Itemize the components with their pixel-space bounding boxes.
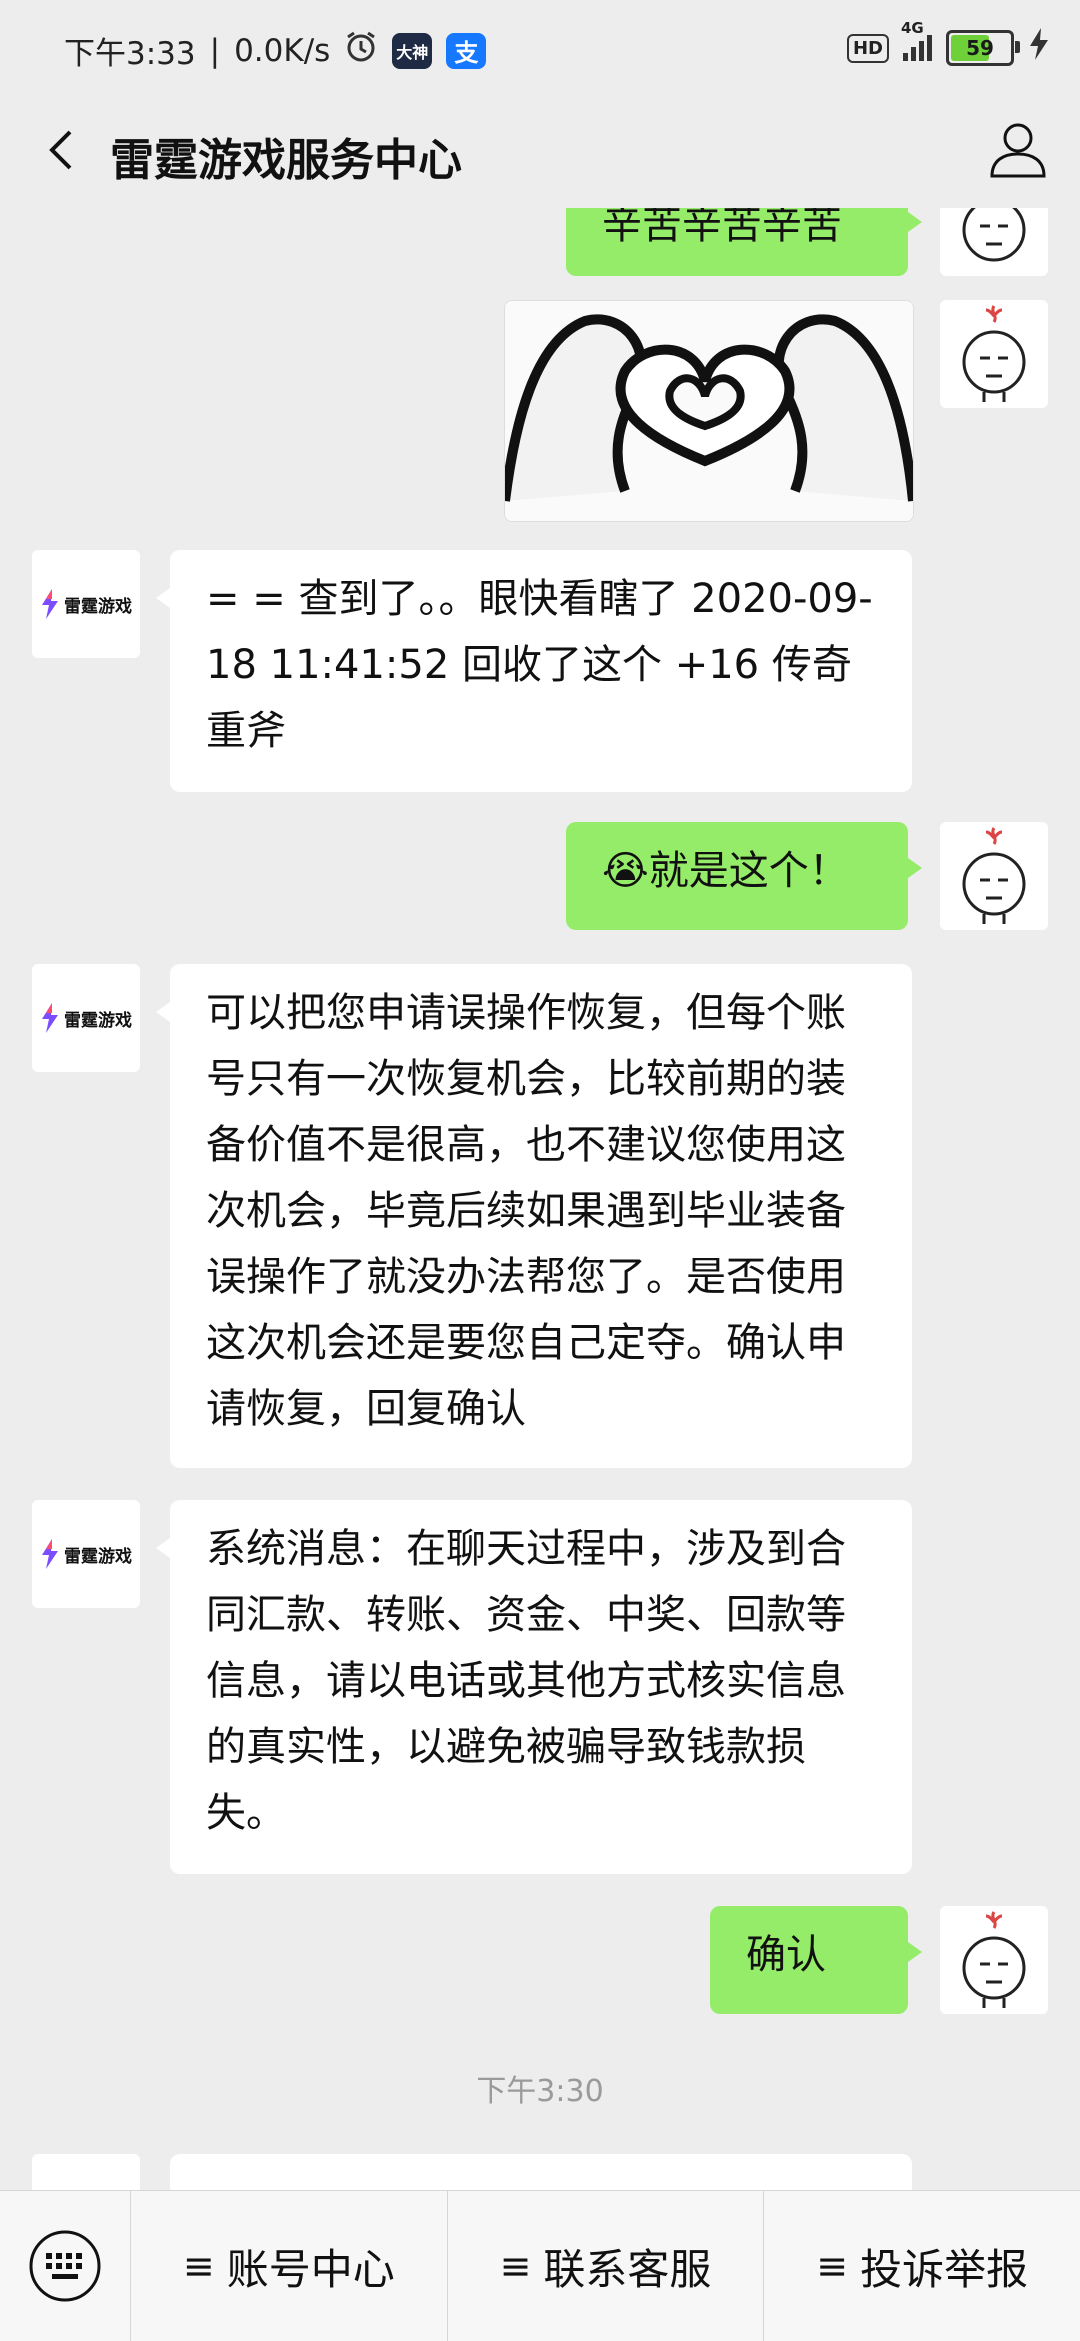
keyboard-toggle-button[interactable] xyxy=(0,2191,130,2341)
status-right: HD 4G 59 xyxy=(846,19,1050,68)
network-type: 4G xyxy=(901,19,924,37)
alarm-icon xyxy=(344,30,378,72)
message-bubble-me[interactable]: 确认 xyxy=(710,1906,922,2014)
hd-icon: HD xyxy=(846,33,889,63)
menu-label: 账号中心 xyxy=(226,2244,395,2294)
bot-logo-text: 雷霆游戏 xyxy=(64,1010,132,1031)
my-avatar[interactable] xyxy=(940,208,1048,276)
bot-avatar[interactable] xyxy=(32,2154,140,2190)
alipay-icon: 支 xyxy=(446,32,487,69)
doodle-face-avatar-icon xyxy=(962,208,1026,262)
charging-icon xyxy=(1028,28,1050,68)
message-text: 辛苦辛苦辛苦 xyxy=(602,208,842,248)
message-text: 确认 xyxy=(746,1932,826,1978)
message-bubble-bot[interactable]: 系统消息：在聊天过程中，涉及到合同汇款、转账、资金、中奖、回款等信息，请以电话或… xyxy=(156,1500,912,1874)
profile-button[interactable] xyxy=(986,118,1050,182)
message-bubble-me[interactable]: 辛苦辛苦辛苦 xyxy=(566,208,922,276)
keyboard-icon xyxy=(29,2230,101,2302)
message-text: 系统消息：在聊天过程中，涉及到合同汇款、转账、资金、中奖、回款等信息，请以电话或… xyxy=(206,1526,846,1836)
chevron-left-icon xyxy=(49,130,72,170)
signal-icon: 4G xyxy=(901,19,932,61)
chat-timestamp: 下午3:30 xyxy=(476,2074,604,2109)
lightning-logo-icon xyxy=(42,1003,58,1033)
message-text: 就是这个！ xyxy=(648,848,849,894)
message-bubble-me[interactable]: 😭就是这个！ xyxy=(566,822,922,930)
doodle-face-avatar-icon xyxy=(962,305,1026,402)
menu-contact-support[interactable]: ≡ 联系客服 xyxy=(446,2191,764,2341)
bot-avatar[interactable]: 雷霆游戏 xyxy=(32,1500,140,1608)
menu-label: 投诉举报 xyxy=(860,2244,1029,2294)
doodle-face-avatar-icon xyxy=(962,827,1026,924)
menu-lines-icon: ≡ xyxy=(182,2244,215,2288)
my-avatar[interactable] xyxy=(940,300,1048,408)
status-bar: 下午3:33 | 0.0K/s 大神 支 HD 4G 59 xyxy=(0,0,1080,96)
bot-avatar[interactable]: 雷霆游戏 xyxy=(32,964,140,1072)
menu-complaint-report[interactable]: ≡ 投诉举报 xyxy=(763,2191,1080,2341)
status-time: 下午3:33 xyxy=(64,36,196,72)
heart-hands-icon xyxy=(505,301,913,521)
message-bubble-bot[interactable]: = = 查到了。。眼快看瞎了 2020-09-18 11:41:52 回收了这个… xyxy=(156,550,912,792)
status-divider: | xyxy=(209,32,221,69)
battery-icon: 59 xyxy=(946,30,1020,66)
lightning-logo-icon xyxy=(42,589,58,619)
bot-logo-text: 雷霆游戏 xyxy=(64,1546,132,1567)
menu-account-center[interactable]: ≡ 账号中心 xyxy=(130,2191,447,2341)
message-text: 可以把您申请误操作恢复，但每个账号只有一次恢复机会，比较前期的装备价值不是很高，… xyxy=(206,990,846,1432)
crying-emoji-icon: 😭 xyxy=(602,848,649,894)
user-icon xyxy=(990,123,1046,178)
bot-logo-text: 雷霆游戏 xyxy=(64,596,132,617)
status-left: 下午3:33 | 0.0K/s 大神 支 xyxy=(64,28,487,73)
lightning-logo-icon xyxy=(42,1539,58,1569)
dashen-app-icon: 大神 xyxy=(392,32,433,69)
my-avatar[interactable] xyxy=(940,1906,1048,2014)
message-bubble-bot[interactable] xyxy=(170,2154,912,2190)
menu-lines-icon: ≡ xyxy=(816,2244,849,2288)
menu-lines-icon: ≡ xyxy=(499,2244,532,2288)
doodle-face-avatar-icon xyxy=(962,1911,1026,2008)
heart-hands-sticker[interactable] xyxy=(504,300,914,522)
page-title: 雷霆游戏服务中心 xyxy=(110,135,462,186)
my-avatar[interactable] xyxy=(940,822,1048,930)
back-button[interactable] xyxy=(34,120,94,180)
bot-avatar[interactable]: 雷霆游戏 xyxy=(32,550,140,658)
chat-area[interactable]: 辛苦辛苦辛苦 雷霆游戏 = = 查到了。。眼快看瞎了 2020-09-18 11… xyxy=(0,208,1080,2190)
message-bubble-bot[interactable]: 可以把您申请误操作恢复，但每个账号只有一次恢复机会，比较前期的装备价值不是很高，… xyxy=(156,964,912,1468)
nav-bar: 雷霆游戏服务中心 xyxy=(0,96,1080,208)
status-speed: 0.0K/s xyxy=(234,32,331,69)
bottom-menu-bar: ≡ 账号中心 ≡ 联系客服 ≡ 投诉举报 xyxy=(0,2190,1080,2341)
message-text: = = 查到了。。眼快看瞎了 2020-09-18 11:41:52 回收了这个… xyxy=(206,576,873,754)
menu-label: 联系客服 xyxy=(543,2244,712,2294)
